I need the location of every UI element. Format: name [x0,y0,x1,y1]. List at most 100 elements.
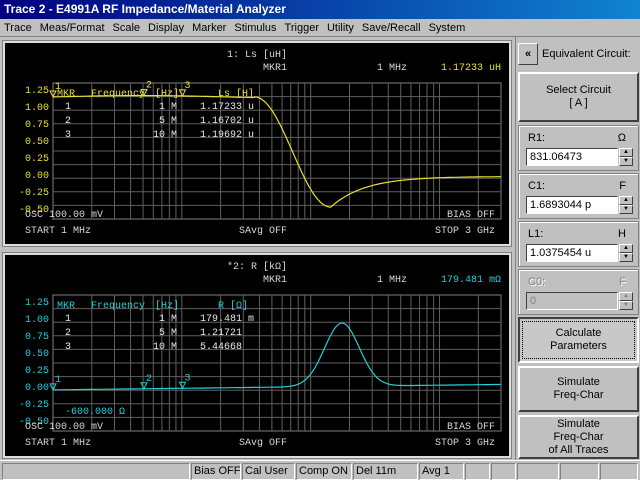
calculate-parameters-button[interactable]: Calculate Parameters [518,317,639,363]
simulate-label-2: Freq-Char [553,389,604,401]
y-tick-label: 1.00 [25,315,49,326]
menu-scale[interactable]: Scale [109,19,145,36]
select-circuit-value: [ A ] [569,97,588,109]
r1-step-down-icon[interactable]: ▼ [619,157,633,166]
y-tick-label: 0.00 [25,171,49,182]
bias-indicator: BIAS OFF [447,422,495,433]
marker-table-frequency: 1 M [159,102,177,113]
marker-table-frequency: 10 M [153,342,177,353]
menu-stimulus[interactable]: Stimulus [230,19,280,36]
l1-field-group: L1: H 1.0375454 u ▲ ▼ [518,221,639,267]
menu-system[interactable]: System [425,19,470,36]
menu-display[interactable]: Display [144,19,188,36]
l1-step-up-icon[interactable]: ▲ [619,244,633,253]
l1-stepper[interactable]: ▲ ▼ [619,244,633,262]
simulate-label-1: Simulate [557,376,600,388]
marker-table-frequency: 1 M [159,314,177,325]
c1-input[interactable]: 1.6893044 p [526,196,618,214]
osc-level: OSC 100.00 mV [25,422,103,433]
y-tick-label: 0.50 [25,137,49,148]
marker-tag: 2 [146,81,152,92]
marker-tag: 1 [55,375,61,386]
marker-table-value: 1.17233 u [200,102,254,113]
marker-table-header: Ls [H] [218,88,254,100]
osc-level: OSC 100.00 mV [25,210,103,221]
softkey-header: « Equivalent Circuit: [516,39,640,69]
window-title: Trace 2 - E4991A RF Impedance/Material A… [0,0,640,19]
simulate-freq-char-button[interactable]: Simulate Freq-Char [518,366,639,412]
marker-readout-value: 179.481 mΩ [441,275,501,286]
marker-table-header: MKR [57,301,75,312]
reference-value: -600.000 Ω [65,407,125,418]
softkey-menu-title: Equivalent Circuit: [542,48,631,60]
select-circuit-label: Select Circuit [546,84,611,96]
menu-save-recall[interactable]: Save/Recall [358,19,425,36]
y-tick-label: 1.25 [25,298,49,309]
marker-table-number: 1 [65,314,71,325]
select-circuit-button[interactable]: Select Circuit [ A ] [518,72,639,122]
simulate-all-label-2: Freq-Char [553,430,604,443]
marker-table-frequency: 10 M [153,130,177,141]
l1-input[interactable]: 1.0375454 u [526,244,618,262]
marker-table-value: 179.481 m [200,314,254,325]
calculate-label-2: Parameters [550,340,607,352]
back-button[interactable]: « [518,43,538,65]
y-tick-label: -0.25 [19,400,49,411]
measurement-display: 1: Ls [uH] MKR1 1 MHz 1.17233 uH 1.25 1.00 0.7… [0,37,515,460]
r1-step-up-icon[interactable]: ▲ [619,148,633,157]
status-comp: Comp ON [296,463,352,480]
menu-trace[interactable]: Trace [0,19,36,36]
calculate-label-1: Calculate [555,327,602,339]
trace1-graph: 1: Ls [uH] MKR1 1 MHz 1.17233 uH 1.25 1.00 0.7… [19,49,502,237]
simulate-all-label-3: of All Traces [548,443,609,456]
marker-table-frequency: 5 M [159,328,177,339]
simulate-all-traces-button[interactable]: Simulate Freq-Char of All Traces [518,415,639,459]
trace1-panel[interactable]: 1: Ls [uH] MKR1 1 MHz 1.17233 uH 1.25 1.00 0.7… [2,40,512,247]
menu-trigger[interactable]: Trigger [281,19,323,36]
r1-field-group: R1: Ω 831.06473 ▲ ▼ [518,125,639,171]
y-tick-label: -0.25 [19,188,49,199]
menu-meas-format[interactable]: Meas/Format [36,19,109,36]
c1-label: C1: [528,180,546,192]
y-tick-label: 0.50 [25,349,49,360]
c0-label: C0: [528,276,546,288]
marker-tag: 1 [55,82,61,93]
marker-readout-freq: 1 MHz [377,63,407,74]
sweep-average: SAvg OFF [239,226,287,237]
c1-step-up-icon[interactable]: ▲ [619,196,633,205]
marker-table-header: Frequency [91,301,145,312]
marker-table-number: 3 [65,342,71,353]
marker-table-header: [Hz] [155,88,179,100]
bias-indicator: BIAS OFF [447,210,495,221]
r1-label: R1: [528,132,546,144]
r1-unit: Ω [617,132,626,144]
c0-step-up-icon: ▲ [619,292,633,301]
marker-table-number: 2 [65,328,71,339]
l1-step-down-icon[interactable]: ▼ [619,253,633,262]
c1-step-down-icon[interactable]: ▼ [619,205,633,214]
stop-frequency: STOP 3 GHz [435,226,495,237]
r1-stepper[interactable]: ▲ ▼ [619,148,633,166]
r1-input[interactable]: 831.06473 [526,148,618,166]
marker-readout-freq: 1 MHz [377,275,407,286]
y-tick-label: 0.25 [25,366,49,377]
c0-field-group: C0: F 0 ▲ ▼ [518,269,639,315]
y-tick-label: 0.75 [25,120,49,131]
marker-table-value: 1.21721 [200,328,242,339]
status-blank-5 [600,463,638,480]
c1-stepper[interactable]: ▲ ▼ [619,196,633,214]
menu-utility[interactable]: Utility [323,19,358,36]
marker-tag: 2 [146,374,152,385]
trace-title: 1: Ls [uH] [227,49,287,61]
status-blank-2 [491,463,516,480]
l1-unit: H [618,228,626,240]
start-frequency: START 1 MHz [25,226,91,237]
status-cal: Cal User [242,463,295,480]
trace2-panel[interactable]: *2: R [kΩ] MKR1 1 MHz 179.481 mΩ 1.25 1.00 0.7… [2,252,512,459]
marker-table-frequency: 5 M [159,116,177,127]
marker-table-header: [Hz] [155,300,179,312]
c0-unit: F [619,276,626,288]
c0-stepper: ▲ ▼ [619,292,633,310]
status-blank-1 [465,463,490,480]
menu-marker[interactable]: Marker [188,19,230,36]
